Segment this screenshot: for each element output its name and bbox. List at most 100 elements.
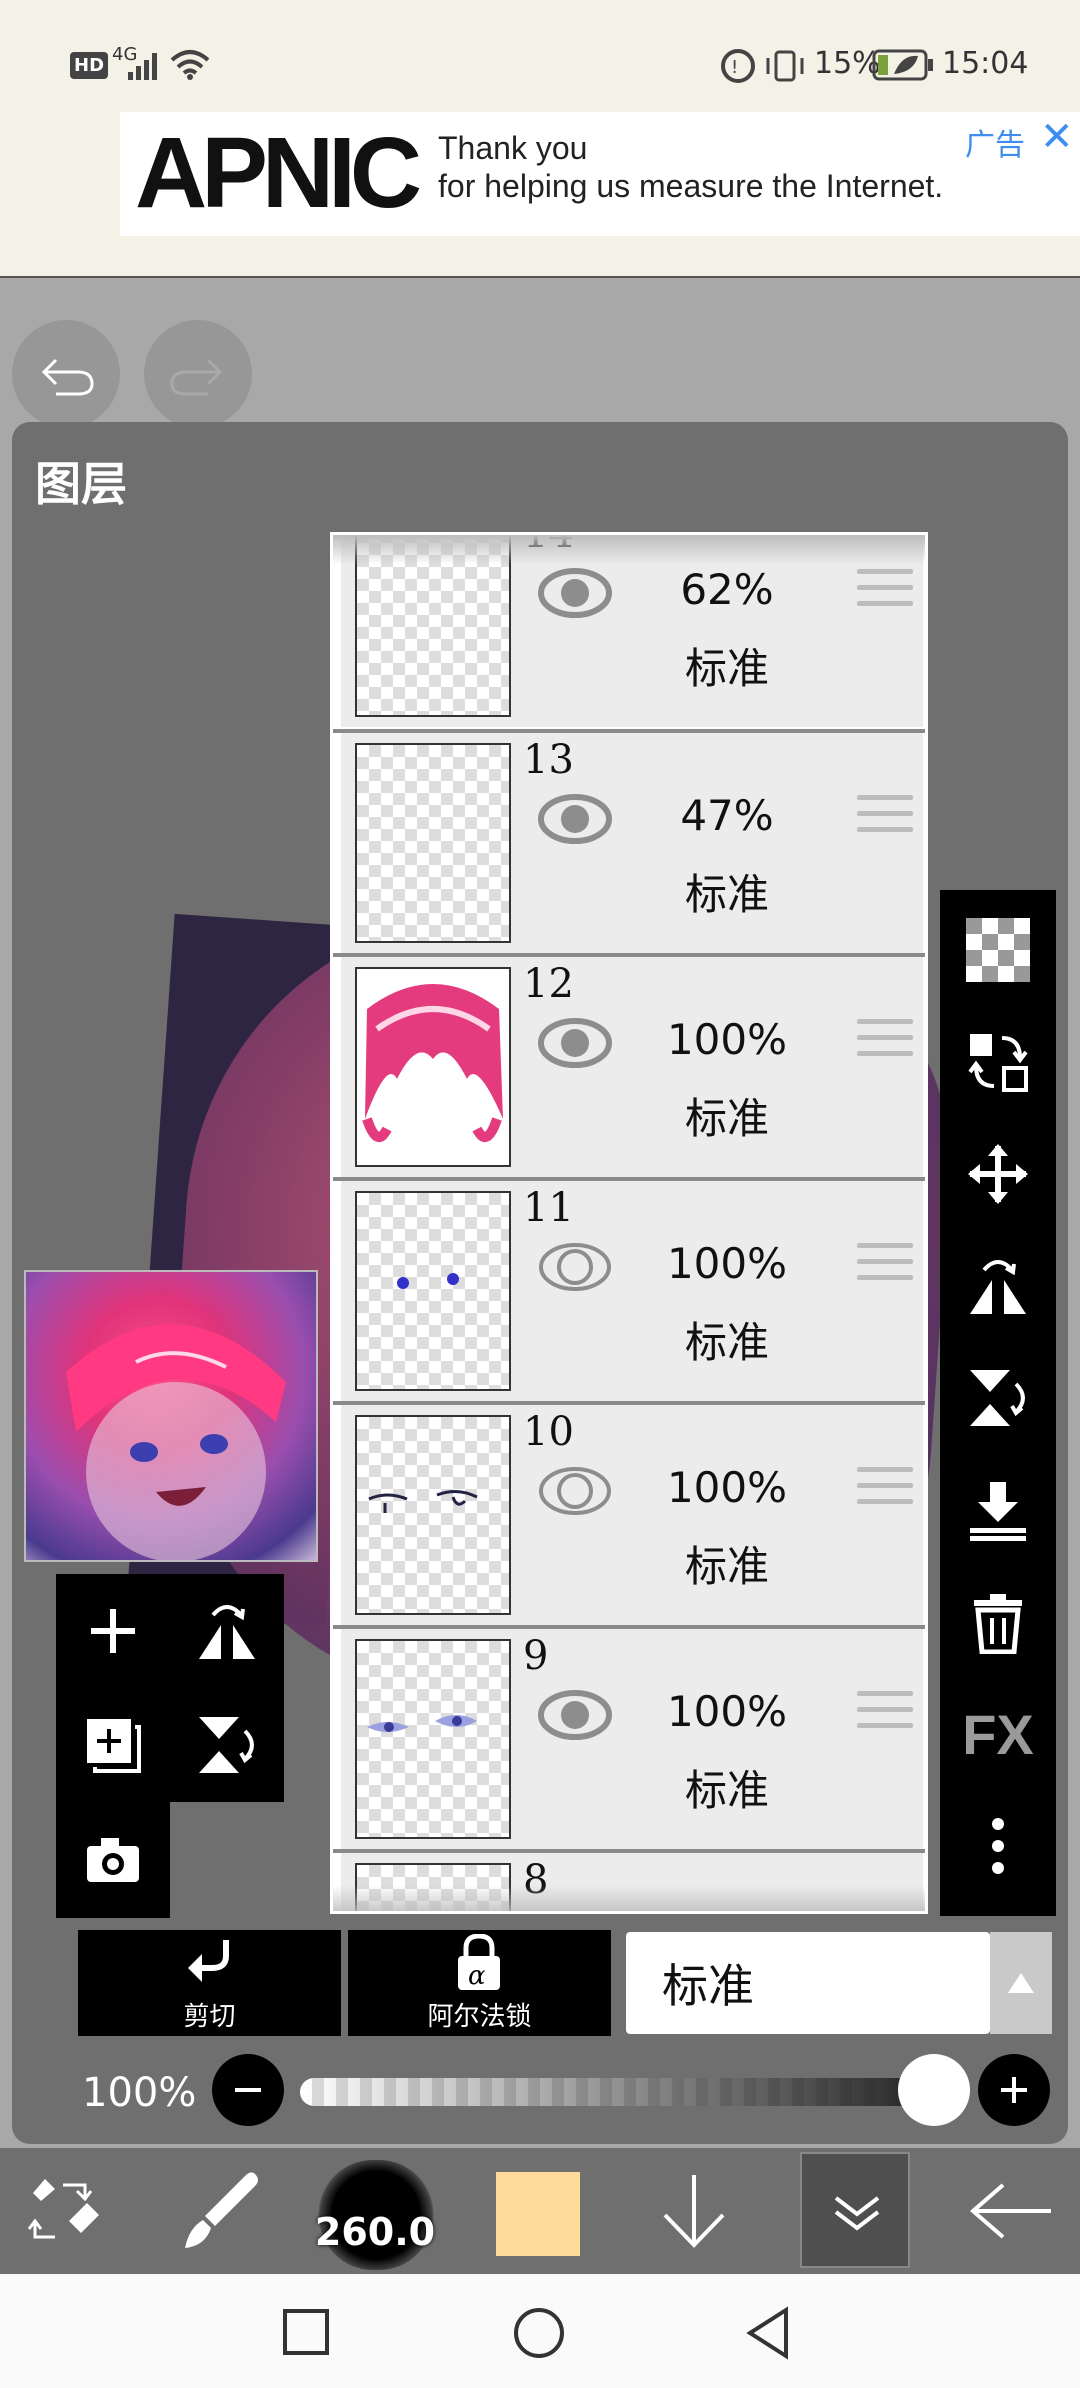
layer-number: 10 xyxy=(523,1409,574,1455)
flip-canvas-vertical-button[interactable] xyxy=(170,1688,284,1802)
clipping-arrow-icon xyxy=(188,1940,229,1982)
opacity-decrease-button[interactable] xyxy=(212,2054,284,2126)
layer-list[interactable]: 14 62% 标准 13 47% 标准 12 100% 标准 xyxy=(330,532,928,1914)
layer-opacity: 100% xyxy=(666,1239,788,1288)
swap-icon xyxy=(968,1034,1028,1092)
triangle-up-icon xyxy=(1008,1973,1034,1993)
blend-mode-dropdown-button[interactable] xyxy=(990,1932,1052,2034)
drag-handle-icon[interactable] xyxy=(857,569,913,617)
move-button[interactable] xyxy=(940,1118,1056,1230)
hair-art xyxy=(362,984,503,1142)
transform-tool-icon xyxy=(27,2179,99,2239)
more-options-button[interactable] xyxy=(940,1790,1056,1902)
ad-close-icon[interactable]: ✕ xyxy=(1040,114,1074,160)
layer-row[interactable]: 12 100% 标准 xyxy=(341,957,923,1177)
layer-row[interactable]: 11 100% 标准 xyxy=(341,1181,923,1401)
drag-handle-icon[interactable] xyxy=(857,1019,913,1067)
layer-thumbnail[interactable] xyxy=(355,967,511,1167)
svg-text:!: ! xyxy=(731,57,738,78)
color-picker-button[interactable] xyxy=(496,2172,580,2256)
layer-number: 12 xyxy=(523,961,574,1007)
checkerboard-icon xyxy=(966,918,1030,982)
layer-opacity: 62% xyxy=(680,565,774,614)
undo-button[interactable] xyxy=(12,320,120,428)
eye-icon[interactable] xyxy=(537,565,613,621)
camera-icon xyxy=(87,1838,139,1882)
minus-icon xyxy=(235,2088,261,2092)
panel-title: 图层 xyxy=(35,457,127,511)
back-button[interactable] xyxy=(962,2148,1062,2274)
camera-toolbar xyxy=(56,1800,170,1918)
fx-button[interactable]: FX xyxy=(940,1678,1056,1790)
signal-icon xyxy=(128,53,157,80)
alpha-lock-label: 阿尔法锁 xyxy=(427,2002,532,2032)
list-fade-bottom xyxy=(333,1885,925,1911)
battery-percent: 15% xyxy=(814,46,881,81)
delete-layer-button[interactable] xyxy=(940,1566,1056,1678)
layer-down-button[interactable] xyxy=(654,2148,734,2274)
flip-vertical-button[interactable] xyxy=(940,1342,1056,1454)
layer-row[interactable]: 9 100% 标准 xyxy=(341,1629,923,1849)
add-layer-button[interactable] xyxy=(56,1574,170,1688)
redo-icon xyxy=(170,358,223,396)
undo-icon xyxy=(41,358,94,396)
duplicate-layer-icon xyxy=(87,1719,141,1773)
layer-number: 11 xyxy=(523,1185,574,1231)
opacity-increase-button[interactable] xyxy=(978,2054,1050,2126)
home-icon[interactable] xyxy=(512,2306,566,2360)
layer-panel-toggle-button[interactable] xyxy=(800,2152,910,2268)
move-icon xyxy=(968,1144,1028,1204)
transparency-button[interactable] xyxy=(940,894,1056,1006)
opacity-slider[interactable] xyxy=(300,2078,940,2106)
layer-row[interactable]: 10 100% 标准 xyxy=(341,1405,923,1625)
flip-canvas-horizontal-button[interactable] xyxy=(170,1574,284,1688)
ad-logo[interactable]: APNIC xyxy=(135,118,422,228)
import-photo-button[interactable] xyxy=(56,1802,170,1916)
layer-opacity: 100% xyxy=(666,1687,788,1736)
layer-thumbnail[interactable] xyxy=(355,1415,511,1615)
layer-thumbnail[interactable] xyxy=(355,1639,511,1839)
layer-thumbnail[interactable] xyxy=(355,1191,511,1391)
canvas-preview-thumbnail[interactable] xyxy=(24,1270,318,1562)
drag-handle-icon[interactable] xyxy=(857,1691,913,1739)
alpha-lock-button[interactable]: α 阿尔法锁 xyxy=(348,1930,611,2036)
duplicate-layer-button[interactable] xyxy=(56,1688,170,1802)
list-fade-top xyxy=(333,535,925,565)
opacity-slider-knob[interactable] xyxy=(898,2054,970,2126)
drag-handle-icon[interactable] xyxy=(857,1243,913,1291)
eye-icon[interactable] xyxy=(537,1015,613,1071)
layer-row[interactable]: 13 47% 标准 xyxy=(341,733,923,953)
back-nav-icon[interactable] xyxy=(744,2306,792,2360)
drag-handle-icon[interactable] xyxy=(857,795,913,843)
eye-hidden-icon[interactable] xyxy=(537,1463,613,1519)
ad-text-line1[interactable]: Thank you xyxy=(438,130,587,167)
layer-opacity: 100% xyxy=(666,1015,788,1064)
double-chevron-down-icon xyxy=(834,2196,880,2231)
more-vertical-icon xyxy=(992,1818,1004,1874)
eye-hidden-icon[interactable] xyxy=(537,1239,613,1295)
brush-tool-button[interactable] xyxy=(170,2148,270,2274)
battery-saver-icon xyxy=(872,49,933,81)
svg-text:α: α xyxy=(468,1961,486,1991)
layer-number: 9 xyxy=(523,1633,549,1679)
layer-number: 13 xyxy=(523,737,574,783)
eye-icon[interactable] xyxy=(537,791,613,847)
layer-swap-button[interactable] xyxy=(940,1006,1056,1118)
clipping-label: 剪切 xyxy=(183,2002,236,2032)
vibrate-icon xyxy=(766,50,804,82)
drag-handle-icon[interactable] xyxy=(857,1467,913,1515)
trash-icon xyxy=(974,1594,1022,1654)
selection-tool-button[interactable] xyxy=(20,2148,110,2274)
clipping-button[interactable]: 剪切 xyxy=(78,1930,341,2036)
flip-horizontal-icon xyxy=(970,1260,1026,1314)
eye-icon[interactable] xyxy=(537,1687,613,1743)
flip-horizontal-button[interactable] xyxy=(940,1230,1056,1342)
layer-thumbnail[interactable] xyxy=(355,743,511,943)
redo-button[interactable] xyxy=(144,320,252,428)
merge-down-icon xyxy=(970,1482,1026,1541)
ad-text-line2[interactable]: for helping us measure the Internet. xyxy=(438,168,943,205)
merge-down-button[interactable] xyxy=(940,1454,1056,1566)
flip-horizontal-icon xyxy=(199,1605,255,1659)
plus-icon xyxy=(91,1609,135,1653)
recent-apps-icon[interactable] xyxy=(282,2308,330,2356)
